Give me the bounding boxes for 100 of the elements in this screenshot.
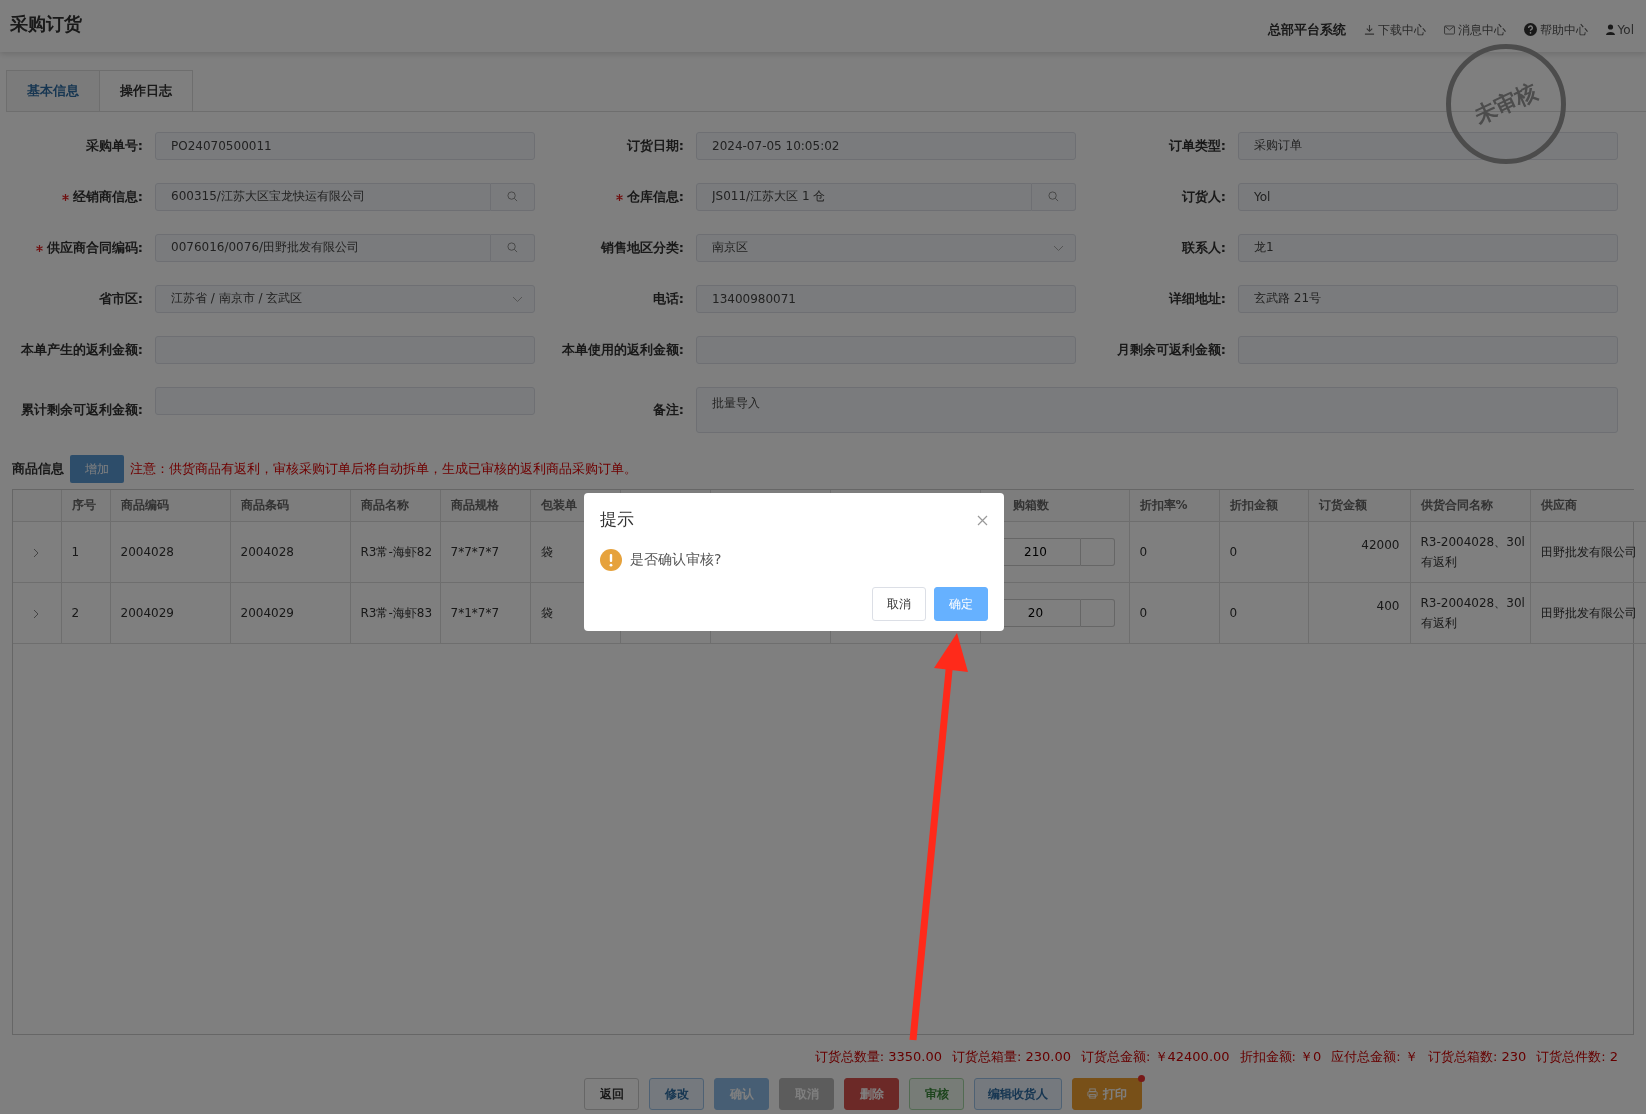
action-button[interactable]: 编辑收货人 <box>974 1078 1062 1110</box>
field-label: 本单产生的返利金额: <box>20 341 143 357</box>
download-icon <box>1363 24 1375 36</box>
field-label: 供应商合同编码: <box>46 239 143 255</box>
field-label: 订货人: <box>1181 188 1226 204</box>
table-cell: 42000 <box>1308 521 1410 583</box>
input-field[interactable]: 600315/江苏大区宝龙快运有限公司 <box>155 182 491 211</box>
dialog-message: 是否确认审核? <box>630 550 722 569</box>
field-label: 月剩余可返利金额: <box>1116 341 1226 357</box>
column-header: 商品规格 <box>440 489 530 522</box>
summary-text: 应付总金额: ￥ <box>1331 1047 1418 1066</box>
table-cell: 7*7*7*7 <box>440 521 530 583</box>
expand-icon[interactable] <box>33 547 40 558</box>
table-cell: 2004028 <box>110 521 230 583</box>
search-button[interactable] <box>491 182 535 211</box>
input-field[interactable]: 13400980071 <box>696 284 1076 313</box>
search-button[interactable] <box>491 233 535 262</box>
dropdown-caret-icon <box>512 295 523 303</box>
field-label: 仓库信息: <box>626 188 684 204</box>
field-label: 订货日期: <box>626 137 684 153</box>
tab[interactable]: 基本信息 <box>6 70 100 111</box>
table-cell: 0 <box>1129 521 1219 583</box>
table-cell: 0 <box>1219 521 1308 583</box>
input-field[interactable]: 采购订单 <box>1238 131 1618 160</box>
column-header: 折扣率% <box>1129 489 1219 522</box>
field-label: 详细地址: <box>1168 290 1226 306</box>
dropdown-field[interactable]: 江苏省 / 南京市 / 玄武区 <box>155 284 535 313</box>
table-cell: 2004028 <box>230 521 350 583</box>
dialog-button[interactable]: 取消 <box>872 586 926 621</box>
printer-icon <box>1087 1088 1098 1099</box>
field-label: 本单使用的返利金额: <box>561 341 684 357</box>
table-cell: 1 <box>61 521 110 583</box>
mail-icon <box>1443 24 1455 35</box>
header-link[interactable]: 消息中心 <box>1443 20 1506 39</box>
table-cell: 0 <box>1219 582 1308 644</box>
column-header: 供应商 <box>1530 489 1646 522</box>
summary-text: 订货总金额: ￥42400.00 <box>1081 1047 1230 1066</box>
user-icon <box>1605 24 1615 36</box>
field-label: 经销商信息: <box>72 188 143 204</box>
add-button[interactable]: 增加 <box>70 454 124 483</box>
table-cell: 7*1*7*7 <box>440 582 530 644</box>
column-header: 订货金额 <box>1308 489 1410 522</box>
summary-text: 订货总件数: 2 <box>1536 1047 1618 1066</box>
table-cell: 2 <box>61 582 110 644</box>
search-icon <box>507 191 518 202</box>
table-cell: 400 <box>1308 582 1410 644</box>
input-field[interactable]: JS011/江苏大区 1 仓 <box>696 182 1032 211</box>
column-header: 商品名称 <box>350 489 440 522</box>
column-header: 序号 <box>61 489 110 522</box>
column-header: 供货合同名称 <box>1410 489 1530 522</box>
action-button[interactable]: 返回 <box>584 1078 639 1110</box>
action-button[interactable]: 修改 <box>649 1078 704 1110</box>
notification-dot <box>1138 1075 1145 1082</box>
stepper-button[interactable] <box>1080 538 1115 566</box>
expand-icon[interactable] <box>33 608 40 619</box>
column-header: 商品条码 <box>230 489 350 522</box>
field-label: 备注: <box>652 401 684 417</box>
table-cell: 0 <box>1129 582 1219 644</box>
table-cell: R3常-海虾83 <box>350 582 440 644</box>
header-link[interactable]: Yol <box>1605 20 1634 39</box>
warning-icon <box>600 548 622 571</box>
summary-text: 折扣金额: ￥0 <box>1239 1047 1322 1066</box>
section-title: 商品信息 <box>12 459 64 478</box>
input-field[interactable]: PO24070500011 <box>155 131 535 160</box>
table-cell: 田野批发有限公司 <box>1530 521 1646 583</box>
input-field[interactable]: 龙1 <box>1238 233 1618 262</box>
text-area[interactable]: 批量导入 <box>696 386 1618 433</box>
page-title: 采购订货 <box>10 12 82 36</box>
input-field[interactable]: 0076016/0076/田野批发有限公司 <box>155 233 491 262</box>
summary-text: 订货总箱量: 230.00 <box>952 1047 1071 1066</box>
dropdown-caret-icon <box>1053 244 1064 252</box>
field-label: 省市区: <box>98 290 143 306</box>
stepper-button[interactable] <box>1080 599 1115 627</box>
search-icon <box>507 242 518 253</box>
dropdown-field[interactable]: 南京区 <box>696 233 1076 262</box>
action-button[interactable]: 删除 <box>844 1078 899 1110</box>
notice-text: 注意：供货商品有返利，审核采购订单后将自动拆单，生成已审核的返利商品采购订单。 <box>130 459 637 478</box>
table-cell: 2004029 <box>110 582 230 644</box>
action-button[interactable]: 审核 <box>909 1078 964 1110</box>
column-header: 商品编码 <box>110 489 230 522</box>
input-field[interactable]: Yol <box>1238 182 1618 211</box>
dialog-button[interactable]: 确定 <box>934 586 988 621</box>
input-field[interactable]: 玄武路 21号 <box>1238 284 1618 313</box>
field-label: 订单类型: <box>1168 137 1226 153</box>
field-label: 销售地区分类: <box>600 239 684 255</box>
table-cell: 田野批发有限公司 <box>1530 582 1646 644</box>
table-cell: R3常-海虾82 <box>350 521 440 583</box>
field-label: 累计剩余可返利金额: <box>20 401 143 417</box>
field-label: 电话: <box>652 290 684 306</box>
help-icon <box>1523 23 1537 37</box>
search-button[interactable] <box>1032 182 1076 211</box>
header-link[interactable]: 帮助中心 <box>1523 20 1588 39</box>
system-name: 总部平台系统 <box>1267 21 1346 39</box>
field-label: 采购单号: <box>85 137 143 153</box>
summary-text: 订货总箱数: 230 <box>1427 1047 1527 1066</box>
summary-text: 订货总数量: 3350.00 <box>814 1047 942 1066</box>
tab[interactable]: 操作日志 <box>99 70 193 111</box>
header-link[interactable]: 下载中心 <box>1363 20 1426 39</box>
table-cell: 2004029 <box>230 582 350 644</box>
input-field[interactable]: 2024-07-05 10:05:02 <box>696 131 1076 160</box>
